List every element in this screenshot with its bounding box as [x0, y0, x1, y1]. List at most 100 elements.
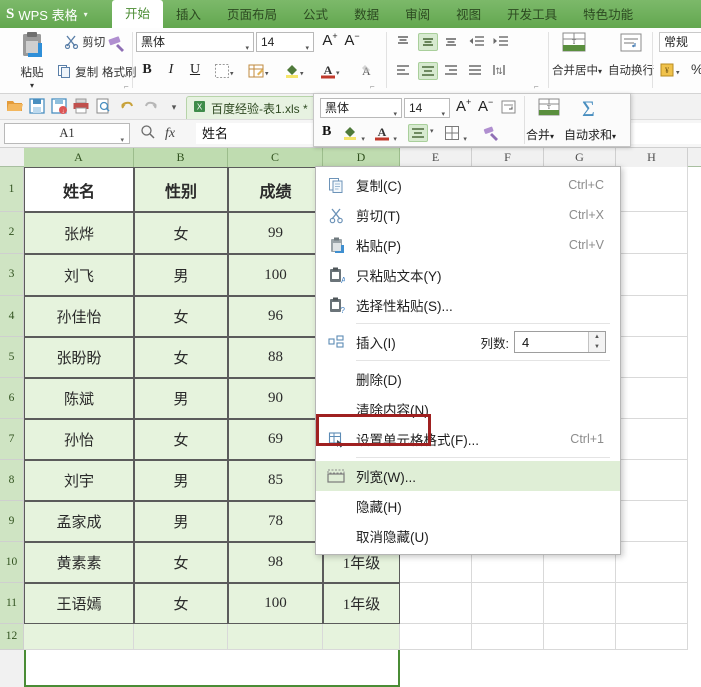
- number-format-combo[interactable]: 常规: [659, 32, 701, 52]
- save-as-icon[interactable]: ↓: [50, 97, 70, 117]
- table-cell[interactable]: 孟家成: [24, 501, 134, 542]
- grid-cell-H12[interactable]: [616, 624, 688, 650]
- grid-cell-H10[interactable]: [616, 542, 688, 583]
- customize-qat-caret-icon[interactable]: ▾: [164, 97, 184, 117]
- borders-button[interactable]: ▾: [214, 63, 234, 82]
- italic-button[interactable]: I: [162, 62, 180, 78]
- table-cell[interactable]: 张烨: [24, 212, 134, 254]
- fill-color-button[interactable]: ▾: [284, 63, 304, 82]
- align-top-button[interactable]: [394, 33, 414, 51]
- row-header-9[interactable]: 9: [0, 501, 24, 542]
- table-cell[interactable]: 女: [134, 419, 228, 460]
- ribbon-tab-5[interactable]: 审阅: [392, 2, 443, 28]
- table-cell[interactable]: 陈斌: [24, 378, 134, 419]
- ribbon-tab-2[interactable]: 页面布局: [214, 2, 290, 28]
- context-menu-item-1[interactable]: 剪切(T) Ctrl+X: [316, 200, 620, 230]
- decrease-font-size-button[interactable]: A−: [342, 31, 362, 49]
- grid-cell-H11[interactable]: [616, 583, 688, 624]
- grid-cell-H4[interactable]: [616, 296, 688, 337]
- column-header-A[interactable]: A: [24, 148, 134, 167]
- table-cell[interactable]: 男: [134, 460, 228, 501]
- table-cell[interactable]: 99: [228, 212, 323, 254]
- table-cell[interactable]: 78: [228, 501, 323, 542]
- column-header-H[interactable]: H: [616, 148, 688, 167]
- table-header-cell[interactable]: 成绩: [228, 167, 323, 212]
- row-header-2[interactable]: 2: [0, 212, 24, 254]
- mini-autosum-button[interactable]: 自动求和▾: [564, 126, 616, 143]
- ribbon-tab-7[interactable]: 开发工具: [494, 2, 570, 28]
- row-header-7[interactable]: 7: [0, 419, 24, 460]
- format-painter-button[interactable]: [106, 34, 128, 59]
- grid-cell-H9[interactable]: [616, 501, 688, 542]
- context-menu[interactable]: 复制(C) Ctrl+C 剪切(T) Ctrl+X 粘贴(P) Ctrl+V A 只粘贴文本(…: [315, 166, 621, 555]
- grid-cell-G11[interactable]: [544, 583, 616, 624]
- table-cell[interactable]: 90: [228, 378, 323, 419]
- table-cell[interactable]: 女: [134, 337, 228, 378]
- align-right-button[interactable]: [442, 62, 462, 80]
- context-menu-item-5[interactable]: 插入(I) 列数: 4 ▲ ▼: [316, 327, 620, 357]
- grid-cell-H8[interactable]: [616, 460, 688, 501]
- chevron-down-icon[interactable]: ▾: [393, 106, 397, 124]
- row-header-3[interactable]: 3: [0, 254, 24, 296]
- mini-wrap-text-button[interactable]: [500, 99, 517, 118]
- align-center-button[interactable]: [418, 62, 438, 80]
- grid-cell-A12[interactable]: [24, 624, 134, 650]
- row-header-4[interactable]: 4: [0, 296, 24, 337]
- table-cell[interactable]: 88: [228, 337, 323, 378]
- clear-format-button[interactable]: A: [356, 62, 372, 82]
- cut-button[interactable]: 剪切: [64, 34, 105, 52]
- paste-button[interactable]: 粘贴 ▾: [10, 30, 54, 90]
- context-menu-item-6[interactable]: 删除(D): [316, 364, 620, 394]
- mini-font-color-button[interactable]: A ▾: [374, 124, 397, 144]
- table-cell[interactable]: 王语嫣: [24, 583, 134, 624]
- column-header-C[interactable]: C: [228, 148, 323, 167]
- copy-button[interactable]: 复制: [57, 64, 98, 82]
- ribbon-tab-8[interactable]: 特色功能: [570, 2, 646, 28]
- grid-cell-G12[interactable]: [544, 624, 616, 650]
- mini-decrease-font-button[interactable]: A−: [478, 97, 493, 115]
- table-cell[interactable]: 96: [228, 296, 323, 337]
- table-cell[interactable]: 男: [134, 501, 228, 542]
- justify-button[interactable]: [466, 62, 486, 80]
- table-cell[interactable]: 女: [134, 212, 228, 254]
- mini-align-center-button[interactable]: [408, 124, 428, 142]
- table-cell[interactable]: 1年级: [323, 583, 400, 624]
- wrap-text-button[interactable]: [618, 31, 644, 60]
- table-cell[interactable]: 100: [228, 583, 323, 624]
- bold-button[interactable]: B: [138, 62, 156, 78]
- mini-increase-font-button[interactable]: A+: [456, 97, 471, 115]
- chevron-down-icon[interactable]: ▾: [463, 136, 467, 143]
- stepper-down-icon[interactable]: ▼: [589, 342, 605, 352]
- table-cell[interactable]: 女: [134, 542, 228, 583]
- context-menu-item-8[interactable]: 设置单元格格式(F)... Ctrl+1: [316, 424, 620, 454]
- alignment-dialog-launcher[interactable]: ⌐: [534, 82, 539, 91]
- accounting-format-button[interactable]: ¥ ▾: [659, 62, 680, 81]
- cell-style-button[interactable]: ▾: [248, 63, 269, 82]
- column-header-D[interactable]: D: [323, 148, 400, 167]
- chevron-down-icon[interactable]: ▾: [245, 40, 249, 58]
- context-menu-item-2[interactable]: 粘贴(P) Ctrl+V: [316, 230, 620, 260]
- table-cell[interactable]: 黄素素: [24, 542, 134, 583]
- mini-merge-icon-button[interactable]: T: [536, 97, 562, 124]
- mini-font-size-combo[interactable]: 14 ▾: [404, 98, 450, 118]
- ribbon-tab-4[interactable]: 数据: [341, 2, 392, 28]
- wps-logo[interactable]: S WPS 表格 ▾: [0, 0, 112, 28]
- grid-cell-F12[interactable]: [472, 624, 544, 650]
- row-header-1[interactable]: 1: [0, 167, 24, 212]
- column-header-E[interactable]: E: [400, 148, 472, 167]
- chevron-down-icon[interactable]: ▾: [441, 106, 445, 124]
- table-cell[interactable]: 孙佳怡: [24, 296, 134, 337]
- align-left-button[interactable]: [394, 62, 414, 80]
- stepper-up-icon[interactable]: ▲: [589, 332, 605, 342]
- grid-cell-F11[interactable]: [472, 583, 544, 624]
- column-count-stepper[interactable]: ▲ ▼: [588, 332, 605, 352]
- table-cell[interactable]: 刘宇: [24, 460, 134, 501]
- ribbon-tab-6[interactable]: 视图: [443, 2, 494, 28]
- grid-cell-H7[interactable]: [616, 419, 688, 460]
- context-menu-item-7[interactable]: 清除内容(N): [316, 394, 620, 424]
- merge-center-button[interactable]: T: [560, 31, 588, 60]
- underline-button[interactable]: U: [186, 62, 204, 78]
- table-header-cell[interactable]: 性别: [134, 167, 228, 212]
- mini-bold-button[interactable]: B: [322, 124, 331, 140]
- table-cell[interactable]: 85: [228, 460, 323, 501]
